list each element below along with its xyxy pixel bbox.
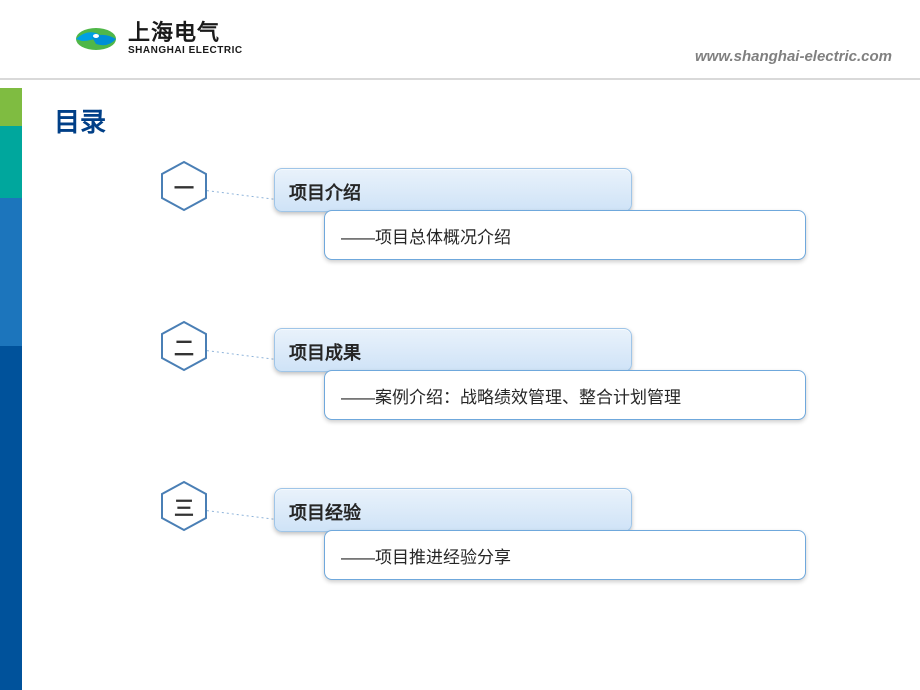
- section-sub-box: ——项目总体概况介绍: [324, 210, 806, 260]
- hex-badge-1: 一: [158, 160, 210, 212]
- section-sub: ——案例介绍：战略绩效管理、整合计划管理: [341, 388, 681, 407]
- logo: 上海电气 SHANGHAI ELECTRIC: [74, 22, 243, 56]
- toc-section-1: 一 项目介绍 ——项目总体概况介绍: [0, 160, 920, 310]
- section-heading-box: 项目成果: [274, 328, 632, 372]
- table-of-contents: 一 项目介绍 ——项目总体概况介绍 二: [0, 160, 920, 640]
- hex-badge-2: 二: [158, 320, 210, 372]
- section-heading-box: 项目经验: [274, 488, 632, 532]
- header: 上海电气 SHANGHAI ELECTRIC www.shanghai-elec…: [0, 0, 920, 88]
- company-url: www.shanghai-electric.com: [695, 48, 892, 65]
- connector-dots-icon: [202, 348, 280, 362]
- logo-mark-icon: [74, 22, 118, 56]
- logo-text: 上海电气 SHANGHAI ELECTRIC: [128, 22, 243, 56]
- bar-green: [0, 88, 22, 126]
- page-title: 目录: [54, 102, 106, 139]
- logo-en: SHANGHAI ELECTRIC: [128, 46, 243, 56]
- section-heading-box: 项目介绍: [274, 168, 632, 212]
- slide: 上海电气 SHANGHAI ELECTRIC www.shanghai-elec…: [0, 0, 920, 690]
- hex-number: 三: [158, 480, 210, 532]
- section-sub-box: ——项目推进经验分享: [324, 530, 806, 580]
- header-divider: [0, 78, 920, 80]
- connector-dots-icon: [202, 508, 280, 522]
- section-sub: ——项目推进经验分享: [341, 548, 511, 567]
- toc-section-2: 二 项目成果 ——案例介绍：战略绩效管理、整合计划管理: [0, 320, 920, 470]
- hex-number: 一: [158, 160, 210, 212]
- hex-number: 二: [158, 320, 210, 372]
- toc-section-3: 三 项目经验 ——项目推进经验分享: [0, 480, 920, 630]
- section-heading: 项目成果: [289, 343, 361, 363]
- logo-cn: 上海电气: [128, 22, 243, 44]
- section-heading: 项目经验: [289, 503, 361, 523]
- section-sub-box: ——案例介绍：战略绩效管理、整合计划管理: [324, 370, 806, 420]
- hex-badge-3: 三: [158, 480, 210, 532]
- section-heading: 项目介绍: [289, 183, 361, 203]
- section-sub: ——项目总体概况介绍: [341, 228, 511, 247]
- connector-dots-icon: [202, 188, 280, 202]
